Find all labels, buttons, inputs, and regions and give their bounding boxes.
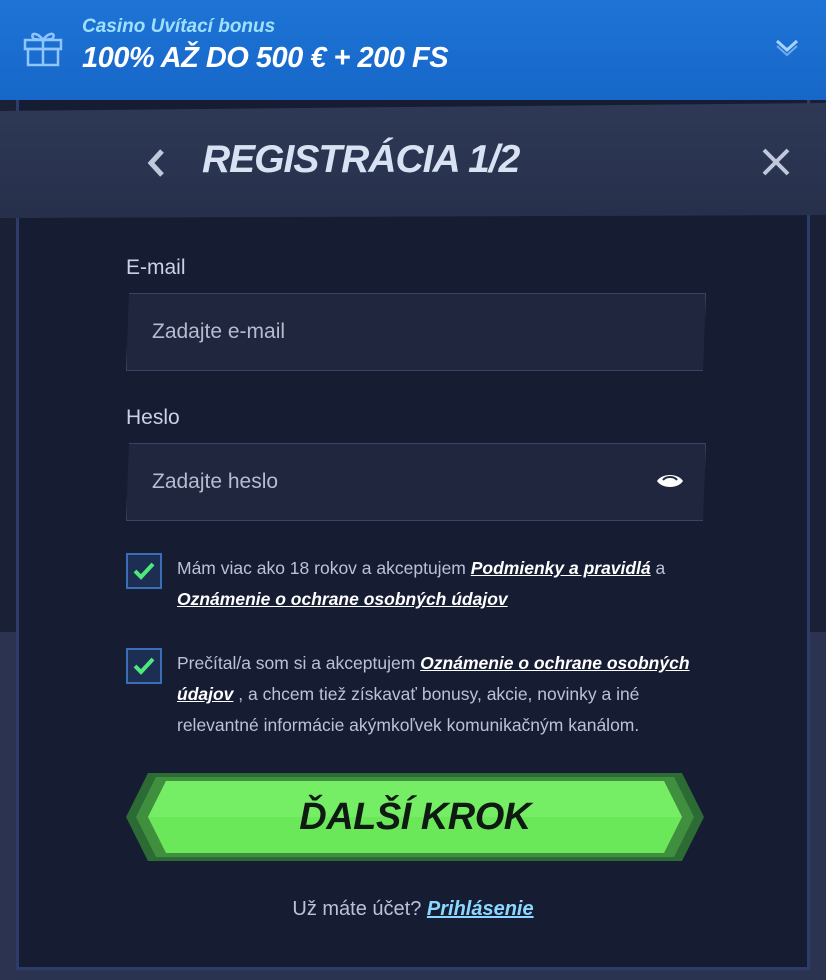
age-terms-consent-text: Mám viac ako 18 rokov a akceptujem Podmi… bbox=[177, 553, 707, 615]
privacy-notice-link[interactable]: Oznámenie o ochrane osobných údajov bbox=[177, 589, 508, 609]
password-label: Heslo bbox=[126, 406, 180, 429]
eye-icon[interactable] bbox=[656, 471, 684, 491]
close-icon[interactable] bbox=[760, 146, 792, 178]
consent-text: , a chcem tiež získavať bonusy, akcie, n… bbox=[177, 684, 640, 735]
marketing-consent-checkbox[interactable] bbox=[126, 648, 162, 684]
login-link[interactable]: Prihlásenie bbox=[427, 898, 534, 920]
next-step-button[interactable]: ĎALŠÍ KROK bbox=[126, 773, 704, 861]
email-field-wrapper bbox=[126, 293, 706, 371]
login-question: Už máte účet? bbox=[292, 898, 422, 920]
chevron-left-icon[interactable] bbox=[140, 145, 172, 181]
login-prompt: Už máte účet? Prihlásenie bbox=[0, 898, 826, 921]
checkmark-icon bbox=[133, 657, 155, 675]
password-field-wrapper bbox=[126, 443, 706, 521]
age-terms-checkbox[interactable] bbox=[126, 553, 162, 589]
email-label: E-mail bbox=[126, 256, 186, 279]
promo-title: 100% AŽ DO 500 € + 200 FS bbox=[82, 42, 449, 74]
consent-text: a bbox=[650, 558, 666, 578]
promo-subtitle: Casino Uvítací bonus bbox=[82, 16, 276, 37]
email-field[interactable] bbox=[126, 293, 706, 371]
consent-text: Mám viac ako 18 rokov a akceptujem bbox=[177, 558, 471, 578]
terms-link[interactable]: Podmienky a pravidlá bbox=[471, 558, 651, 578]
gift-icon bbox=[23, 32, 63, 67]
chevron-down-icon[interactable] bbox=[774, 36, 800, 58]
checkmark-icon bbox=[133, 562, 155, 580]
next-step-label: ĎALŠÍ KROK bbox=[299, 796, 531, 838]
consent-text: Prečítal/a som si a akceptujem bbox=[177, 653, 421, 673]
marketing-consent-text: Prečítal/a som si a akceptujem Oznámenie… bbox=[177, 648, 707, 741]
password-field[interactable] bbox=[126, 443, 706, 521]
page-title: REGISTRÁCIA 1/2 bbox=[202, 138, 520, 181]
welcome-bonus-banner[interactable]: Casino Uvítací bonus 100% AŽ DO 500 € + … bbox=[0, 0, 826, 100]
background-page-right-lower bbox=[810, 632, 826, 980]
